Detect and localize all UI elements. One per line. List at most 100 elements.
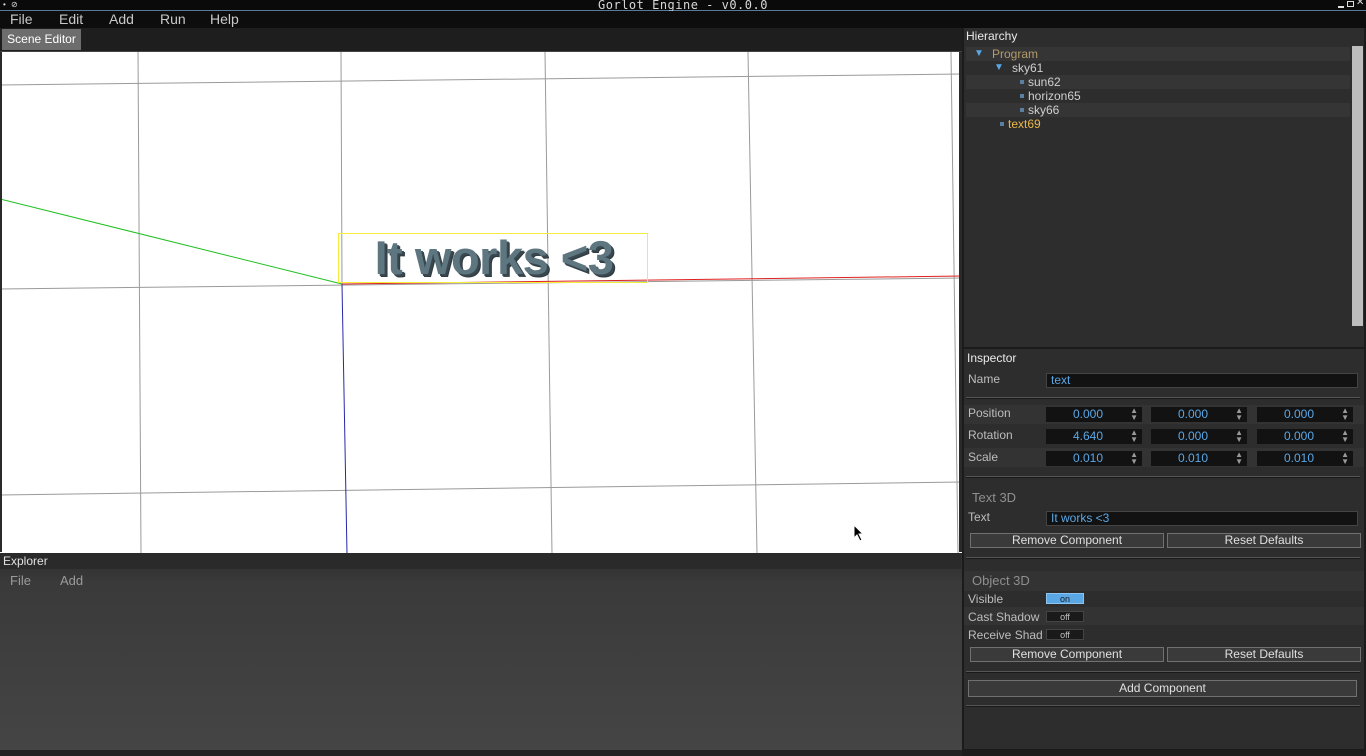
node-bullet-icon <box>1020 94 1024 98</box>
position-x-field[interactable]: 0.000 ▲ ▼ <box>1046 407 1142 422</box>
z-axis-line <box>0 198 343 285</box>
hierarchy-item-label: Program <box>992 47 1039 61</box>
rotation-label: Rotation <box>968 428 1013 442</box>
grid-line <box>0 73 962 86</box>
spinner-icon[interactable]: ▲ ▼ <box>1341 451 1349 466</box>
explorer-menu-add[interactable]: Add <box>60 573 83 588</box>
menu-help[interactable]: Help <box>210 11 239 27</box>
hierarchy-scrollbar[interactable] <box>1352 46 1363 326</box>
maximize-icon[interactable] <box>1347 1 1354 7</box>
scale-value: 0.010 <box>1283 451 1315 465</box>
y-axis-line <box>341 283 348 554</box>
menu-edit[interactable]: Edit <box>59 11 83 27</box>
hierarchy-item[interactable]: sun62 <box>966 75 1350 89</box>
scale-x-field[interactable]: 0.010 ▲ ▼ <box>1046 451 1142 466</box>
cast-shadow-toggle[interactable]: off <box>1046 611 1084 622</box>
node-bullet-icon <box>1000 122 1004 126</box>
viewport-grid <box>0 52 962 554</box>
grid-line <box>544 52 553 554</box>
menu-run[interactable]: Run <box>160 11 186 27</box>
rotation-x-field[interactable]: 4.640 ▲ ▼ <box>1046 429 1142 444</box>
hierarchy-title: Hierarchy <box>966 29 1018 43</box>
rotation-y-field[interactable]: 0.000 ▲ ▼ <box>1151 429 1247 444</box>
position-value: 0.000 <box>1283 407 1315 421</box>
expand-arrow-icon[interactable]: ▼ <box>994 61 1004 75</box>
tab-scene-editor[interactable]: Scene Editor <box>2 29 81 50</box>
viewport-left-border <box>0 52 2 552</box>
grid-line <box>0 481 962 496</box>
spinner-icon[interactable]: ▲ ▼ <box>1235 407 1243 422</box>
text3d-reset-defaults-button[interactable]: Reset Defaults <box>1167 533 1361 548</box>
rotation-z-field[interactable]: 0.000 ▲ ▼ <box>1257 429 1353 444</box>
close-icon[interactable]: ✕ <box>1356 0 1364 8</box>
position-value: 0.000 <box>1072 407 1104 421</box>
mouse-cursor-icon <box>853 524 865 542</box>
text-label: Text <box>968 510 991 524</box>
text-field[interactable]: It works <3 <box>1046 511 1358 526</box>
object3d-section-title: Object 3D <box>972 573 1030 588</box>
position-y-field[interactable]: 0.000 ▲ ▼ <box>1151 407 1247 422</box>
divider <box>966 476 1360 478</box>
minimize-icon[interactable] <box>1338 6 1344 8</box>
grid-line <box>950 52 959 554</box>
text3d-object[interactable]: It works <3 <box>338 231 648 284</box>
name-field[interactable]: text <box>1046 373 1358 388</box>
scale-value: 0.010 <box>1072 451 1104 465</box>
object3d-reset-defaults-button[interactable]: Reset Defaults <box>1167 647 1361 662</box>
spinner-icon[interactable]: ▲ ▼ <box>1235 429 1243 444</box>
scale-label: Scale <box>968 450 999 464</box>
node-bullet-icon <box>1020 80 1024 84</box>
scale-value: 0.010 <box>1177 451 1209 465</box>
object3d-remove-component-button[interactable]: Remove Component <box>970 647 1164 662</box>
explorer-bottom-bar <box>0 750 962 756</box>
text3d-object-label: It works <3 <box>374 231 614 284</box>
hierarchy-item[interactable]: ▼ Program <box>966 47 1350 61</box>
hierarchy-item-label: horizon65 <box>1028 89 1081 103</box>
visible-label: Visible <box>968 592 1004 606</box>
hierarchy-item-label: sky61 <box>1012 61 1044 75</box>
spinner-icon[interactable]: ▲ ▼ <box>1130 451 1138 466</box>
position-z-field[interactable]: 0.000 ▲ ▼ <box>1257 407 1353 422</box>
add-component-button[interactable]: Add Component <box>968 680 1357 697</box>
spinner-icon[interactable]: ▲ ▼ <box>1341 407 1349 422</box>
expand-arrow-icon[interactable]: ▼ <box>974 47 984 61</box>
receive-shadow-toggle[interactable]: off <box>1046 629 1084 640</box>
scene-viewport[interactable] <box>0 51 962 554</box>
hierarchy-item-label: sky66 <box>1028 103 1060 117</box>
explorer-panel <box>0 553 962 756</box>
grid-line <box>137 52 142 554</box>
name-label: Name <box>968 372 1001 386</box>
hierarchy-item[interactable]: text69 <box>966 117 1350 131</box>
rotation-value: 4.640 <box>1072 429 1104 443</box>
menu-bar <box>0 11 1366 28</box>
position-value: 0.000 <box>1177 407 1209 421</box>
spinner-icon[interactable]: ▲ ▼ <box>1235 451 1243 466</box>
rotation-value: 0.000 <box>1177 429 1209 443</box>
receive-shadow-label: Receive Shadow <box>968 628 1043 642</box>
menu-file[interactable]: File <box>10 11 33 27</box>
inspector-title: Inspector <box>967 351 1017 365</box>
scale-y-field[interactable]: 0.010 ▲ ▼ <box>1151 451 1247 466</box>
divider <box>966 705 1360 707</box>
hierarchy-item[interactable]: sky66 <box>966 103 1350 117</box>
menu-add[interactable]: Add <box>109 11 134 27</box>
explorer-title: Explorer <box>0 553 961 569</box>
visible-toggle[interactable]: on <box>1046 593 1084 604</box>
divider <box>966 557 1360 559</box>
spinner-icon[interactable]: ▲ ▼ <box>1130 429 1138 444</box>
explorer-menu-file[interactable]: File <box>10 573 31 588</box>
scale-z-field[interactable]: 0.010 ▲ ▼ <box>1257 451 1353 466</box>
divider <box>966 397 1360 399</box>
divider <box>966 671 1360 673</box>
hierarchy-item[interactable]: horizon65 <box>966 89 1350 103</box>
text3d-remove-component-button[interactable]: Remove Component <box>970 533 1164 548</box>
position-label: Position <box>968 406 1011 420</box>
hierarchy-item-label: sun62 <box>1028 75 1061 89</box>
spinner-icon[interactable]: ▲ ▼ <box>1341 429 1349 444</box>
hierarchy-item[interactable]: ▼ sky61 <box>966 61 1350 75</box>
hierarchy-item-label: text69 <box>1008 117 1041 131</box>
grid-line <box>747 52 758 554</box>
node-bullet-icon <box>1020 108 1024 112</box>
cast-shadow-label: Cast Shadow <box>968 610 1040 624</box>
spinner-icon[interactable]: ▲ ▼ <box>1130 407 1138 422</box>
